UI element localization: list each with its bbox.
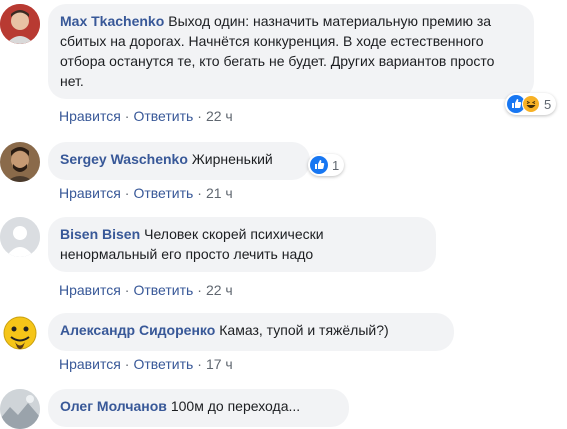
reaction-count: 5 (544, 96, 552, 112)
separator-dot: · (197, 185, 202, 201)
reply-link[interactable]: Ответить (133, 108, 193, 124)
avatar-photo-icon (0, 142, 40, 182)
separator-dot: · (197, 356, 202, 372)
separator-dot: · (124, 282, 130, 298)
like-link[interactable]: Нравится (59, 185, 121, 201)
avatar[interactable] (0, 142, 40, 182)
comment-author[interactable]: Max Tkachenko (60, 13, 164, 29)
haha-icon (522, 95, 540, 113)
avatar[interactable] (0, 4, 40, 44)
comment-time[interactable]: 21 ч (206, 185, 233, 201)
reaction-count: 1 (332, 157, 340, 173)
comment-text: Камаз, тупой и тяжёлый?) (219, 322, 389, 338)
comment-author[interactable]: Александр Сидоренко (60, 322, 215, 338)
comment-author[interactable]: Олег Молчанов (60, 398, 167, 414)
comment-time[interactable]: 22 ч (206, 108, 233, 124)
reply-link[interactable]: Ответить (133, 282, 193, 298)
comment-time[interactable]: 17 ч (206, 356, 233, 372)
avatar-photo-icon (0, 389, 40, 429)
like-link[interactable]: Нравится (59, 282, 121, 298)
avatar[interactable] (0, 217, 40, 257)
like-icon (310, 156, 328, 174)
comment-text: 100м до перехода... (170, 398, 301, 414)
comment-bubble: Sergey Waschenko Жирненький (48, 142, 310, 180)
separator-dot: · (124, 356, 130, 372)
separator-dot: · (197, 108, 202, 124)
reply-link[interactable]: Ответить (133, 356, 193, 372)
default-avatar-icon (0, 217, 40, 257)
comment-text: Жирненький (191, 151, 273, 167)
avatar[interactable] (0, 313, 40, 353)
comment-actions: Нравится · Ответить · 22 ч (59, 107, 233, 125)
separator-dot: · (197, 282, 202, 298)
comment-actions: Нравится · Ответить · 22 ч (59, 281, 233, 299)
like-link[interactable]: Нравится (59, 356, 121, 372)
like-link[interactable]: Нравится (59, 108, 121, 124)
reactions-summary[interactable]: 5 (505, 93, 557, 115)
avatar[interactable] (0, 389, 40, 429)
comment-bubble: Олег Молчанов 100м до перехода... (48, 389, 349, 427)
comment-author[interactable]: Sergey Waschenko (60, 151, 188, 167)
comment-bubble: Александр Сидоренко Камаз, тупой и тяжёлы… (48, 313, 454, 351)
comment-bubble: Bisen Bisen Человек скорей психически нен… (48, 217, 436, 272)
comment-actions: Нравится · Ответить · 21 ч (59, 184, 233, 202)
separator-dot: · (124, 108, 130, 124)
avatar-photo-icon (0, 4, 40, 44)
comment-bubble: Max Tkachenko Выход один: назначить матер… (48, 4, 534, 99)
reactions-summary[interactable]: 1 (308, 154, 345, 176)
comment-time[interactable]: 22 ч (206, 282, 233, 298)
comment-actions: Нравится · Ответить · 17 ч (59, 355, 233, 373)
comment-author[interactable]: Bisen Bisen (60, 226, 140, 242)
smiley-avatar-icon (0, 313, 40, 353)
separator-dot: · (124, 185, 130, 201)
reply-link[interactable]: Ответить (133, 185, 193, 201)
